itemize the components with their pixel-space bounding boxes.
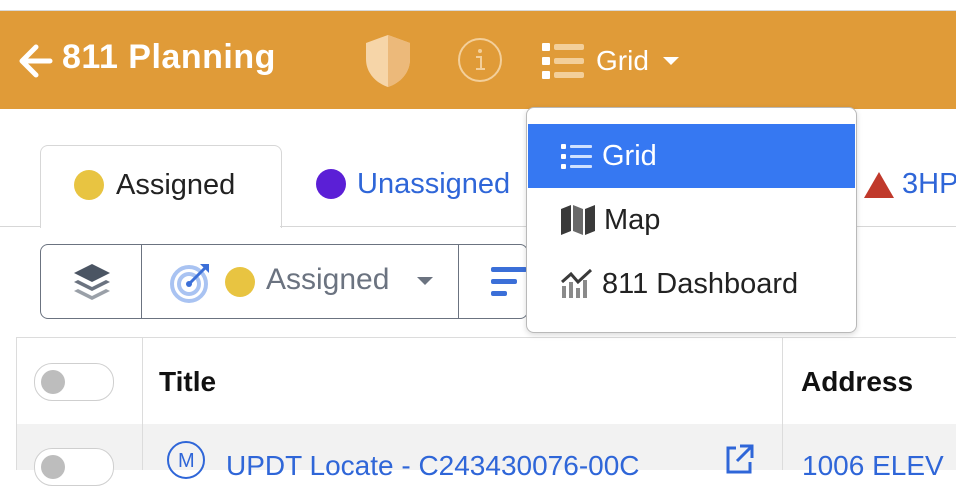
target-icon — [170, 264, 209, 303]
menu-item-map-label: Map — [604, 203, 661, 236]
chevron-down-icon — [417, 277, 433, 285]
layers-icon — [74, 264, 110, 300]
tab-assigned[interactable]: Assigned — [40, 145, 282, 228]
view-toggle-button[interactable]: Grid — [540, 37, 679, 85]
row-title-link[interactable]: UPDT Locate - C243430076-00C — [226, 450, 640, 482]
select-all-toggle[interactable] — [34, 363, 114, 401]
list-icon — [542, 43, 584, 79]
column-divider — [142, 337, 143, 470]
menu-item-811-dashboard-label: 811 Dashboard — [602, 267, 799, 300]
unassigned-dot-icon — [316, 169, 346, 199]
sort-button[interactable] — [459, 245, 527, 318]
shield-icon[interactable] — [364, 33, 412, 89]
toggle-knob — [41, 370, 65, 394]
menu-item-grid-label: Grid — [602, 139, 657, 172]
tab-divider — [0, 226, 41, 227]
table-header-row: Title Address — [16, 337, 956, 425]
back-arrow-icon[interactable] — [14, 41, 54, 81]
tab-3hp-label: 3HP — [902, 168, 956, 200]
tab-assigned-label: Assigned — [116, 169, 236, 201]
warning-triangle-icon — [864, 172, 894, 198]
table-row[interactable]: M UPDT Locate - C243430076-00C 1006 ELEV — [16, 424, 956, 486]
assigned-dot-icon — [225, 267, 255, 297]
chevron-down-icon — [662, 57, 679, 65]
menu-item-811-dashboard[interactable]: 811 Dashboard — [528, 252, 855, 316]
filter-button-group: Assigned — [40, 244, 528, 319]
top-border — [0, 0, 956, 11]
toggle-knob — [41, 455, 65, 479]
locates-table: Title Address M UPDT Locate - C243430076… — [16, 337, 956, 486]
assigned-dot-icon — [74, 170, 104, 200]
app-header: 811 Planning Grid — [0, 11, 956, 109]
chart-icon — [561, 268, 593, 298]
status-filter-label: Assigned — [266, 263, 390, 296]
tab-unassigned[interactable]: Unassigned — [316, 145, 526, 227]
menu-item-grid[interactable]: Grid — [528, 124, 855, 188]
column-divider — [782, 337, 783, 470]
list-icon — [561, 144, 592, 169]
row-select-toggle[interactable] — [34, 448, 114, 486]
row-address: 1006 ELEV — [802, 450, 944, 481]
sort-icon — [491, 267, 527, 296]
page-title: 811 Planning — [62, 38, 276, 76]
view-toggle-label: Grid — [596, 45, 649, 76]
external-link-icon[interactable] — [722, 442, 756, 476]
tab-3hp[interactable]: 3HP — [860, 145, 956, 227]
tab-unassigned-label: Unassigned — [357, 168, 511, 200]
column-divider — [16, 337, 17, 470]
view-dropdown-menu: Grid Map 811 Dashboard — [526, 107, 857, 333]
info-icon[interactable] — [456, 36, 504, 84]
column-header-address[interactable]: Address — [801, 366, 913, 398]
menu-item-map[interactable]: Map — [528, 188, 855, 252]
column-header-title[interactable]: Title — [159, 366, 216, 398]
map-icon — [561, 205, 595, 235]
layers-button[interactable] — [41, 245, 141, 318]
